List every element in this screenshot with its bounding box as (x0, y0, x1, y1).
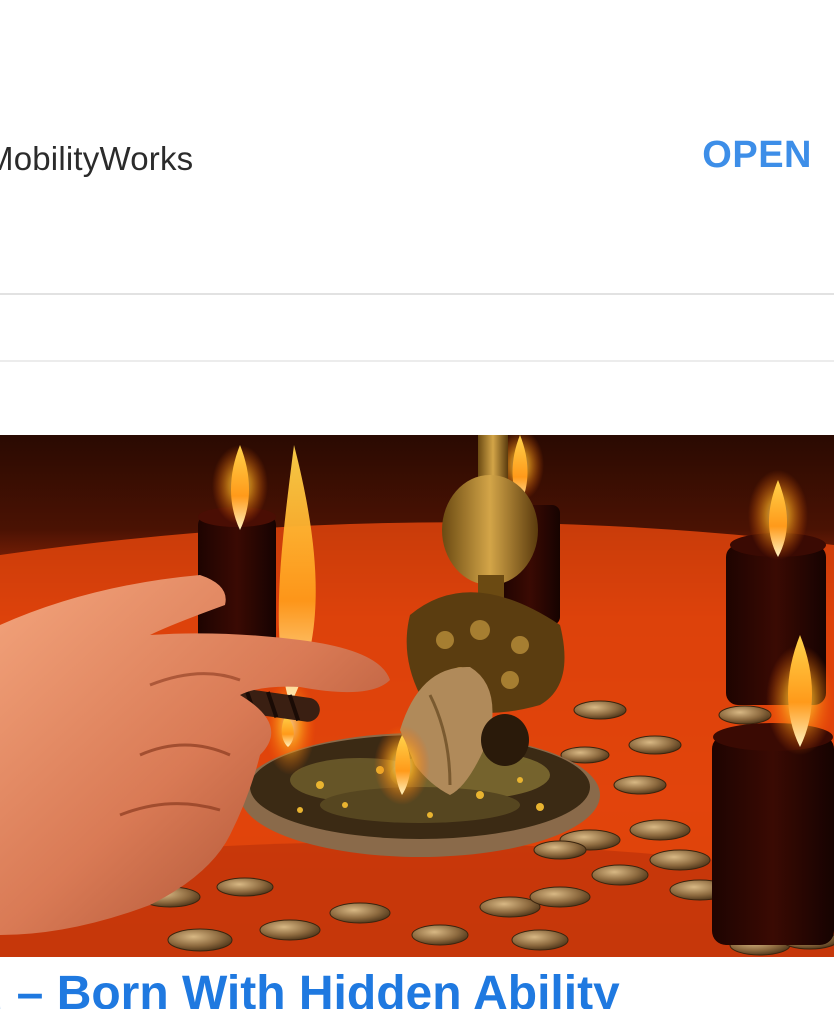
ritual-photo-illustration (0, 435, 834, 957)
divider (0, 360, 834, 362)
article-headline[interactable]: u – Born With Hidden Ability (0, 970, 620, 1009)
advertiser-name: MobilityWorks (0, 140, 194, 177)
page: MobilityWorks OPEN u – Born With Hidden … (0, 0, 834, 1009)
article-image[interactable] (0, 435, 834, 957)
ad-banner[interactable]: MobilityWorks OPEN (0, 0, 834, 294)
open-button[interactable]: OPEN (702, 134, 812, 177)
divider (0, 293, 834, 295)
